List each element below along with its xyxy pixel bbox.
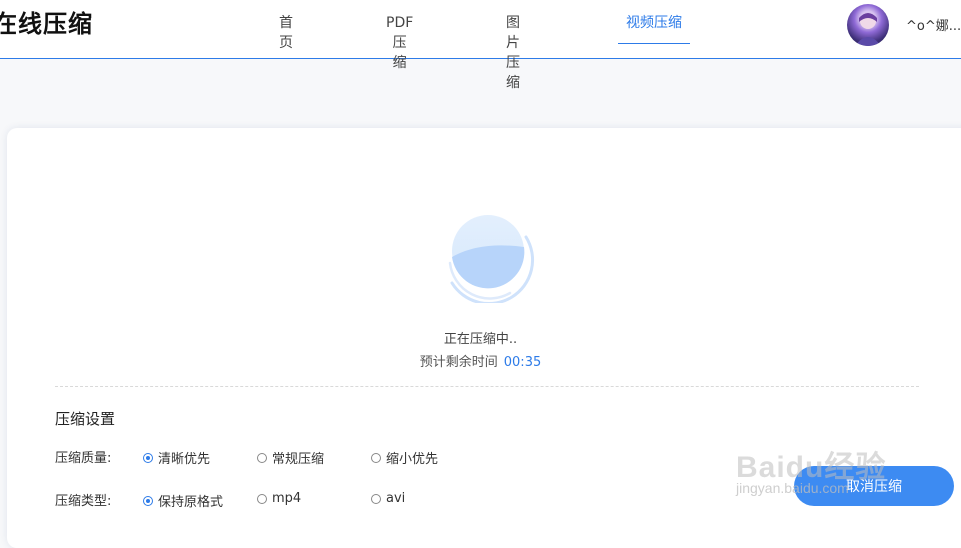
quality-label: 压缩质量:: [55, 451, 112, 466]
type-option-avi[interactable]: avi: [371, 491, 405, 506]
nav-image-compress[interactable]: 图片压缩: [506, 13, 520, 91]
nav-home[interactable]: 首页: [279, 13, 293, 51]
quality-option-small[interactable]: 缩小优先: [371, 448, 438, 467]
radio-checked-icon: [143, 452, 153, 463]
radio-label: avi: [386, 491, 406, 506]
quality-option-normal[interactable]: 常规压缩: [257, 448, 324, 467]
radio-unchecked-icon: [257, 452, 267, 463]
radio-label: 保持原格式: [158, 495, 224, 510]
type-label: 压缩类型:: [55, 494, 112, 509]
nav-pdf-compress[interactable]: PDF压缩: [386, 13, 413, 71]
radio-label: 清晰优先: [158, 452, 211, 467]
radio-label: mp4: [272, 491, 302, 506]
avatar-image: [855, 13, 881, 46]
type-option-original[interactable]: 保持原格式: [143, 491, 223, 510]
avatar[interactable]: [847, 4, 889, 46]
radio-unchecked-icon: [371, 493, 381, 504]
username[interactable]: ^o^娜...: [906, 15, 961, 34]
type-option-mp4[interactable]: mp4: [257, 491, 301, 506]
radio-checked-icon: [143, 495, 153, 506]
top-header: 在线压缩 首页 PDF压缩 图片压缩 视频压缩 ^o^娜...: [0, 0, 961, 91]
eta-label: 预计剩余时间: [419, 355, 498, 370]
nav-video-compress[interactable]: 视频压缩: [618, 13, 690, 44]
quality-option-clear[interactable]: 清晰优先: [143, 448, 210, 467]
radio-unchecked-icon: [371, 452, 381, 463]
radio-label: 常规压缩: [272, 452, 325, 467]
section-divider: [55, 386, 919, 387]
radio-label: 缩小优先: [386, 452, 439, 467]
radio-unchecked-icon: [257, 493, 267, 504]
eta-value: 00:35: [503, 355, 542, 370]
site-logo[interactable]: 在线压缩: [0, 7, 93, 41]
compress-status: 正在压缩中..: [443, 332, 518, 347]
loading-spinner-icon: [448, 215, 535, 303]
settings-title: 压缩设置: [55, 410, 116, 428]
baidu-watermark-url: jingyan.baidu.com: [736, 480, 849, 496]
eta-row: 预计剩余时间 00:35: [0, 351, 961, 370]
